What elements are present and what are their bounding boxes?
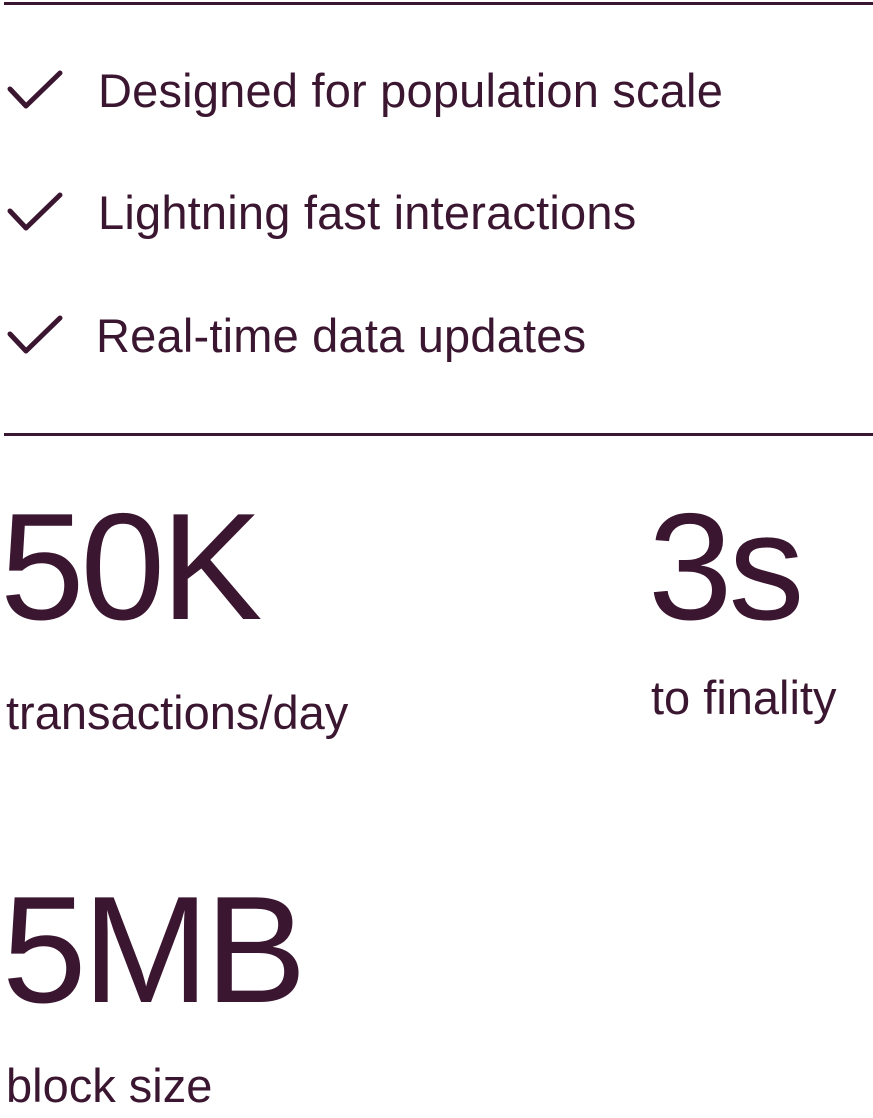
stat-block-size-value: 5MB — [2, 865, 307, 1035]
feature-item-realtime-updates: Real-time data updates — [0, 306, 586, 366]
check-icon — [6, 61, 66, 121]
feature-item-population-scale: Designed for population scale — [0, 61, 723, 121]
check-icon — [6, 183, 66, 243]
section-divider — [4, 433, 873, 436]
feature-item-fast-interactions: Lightning fast interactions — [0, 183, 636, 243]
stat-block-size-label: block size — [6, 1059, 213, 1112]
feature-label: Lightning fast interactions — [98, 186, 637, 239]
stat-finality-label: to finality — [651, 671, 837, 724]
stat-finality-value: 3s — [648, 482, 805, 652]
stat-transactions-value: 50K — [0, 482, 262, 652]
stat-transactions-label: transactions/day — [6, 686, 349, 739]
top-divider — [4, 2, 873, 5]
feature-label: Designed for population scale — [98, 64, 724, 117]
check-icon — [6, 306, 66, 366]
feature-label: Real-time data updates — [96, 309, 587, 362]
